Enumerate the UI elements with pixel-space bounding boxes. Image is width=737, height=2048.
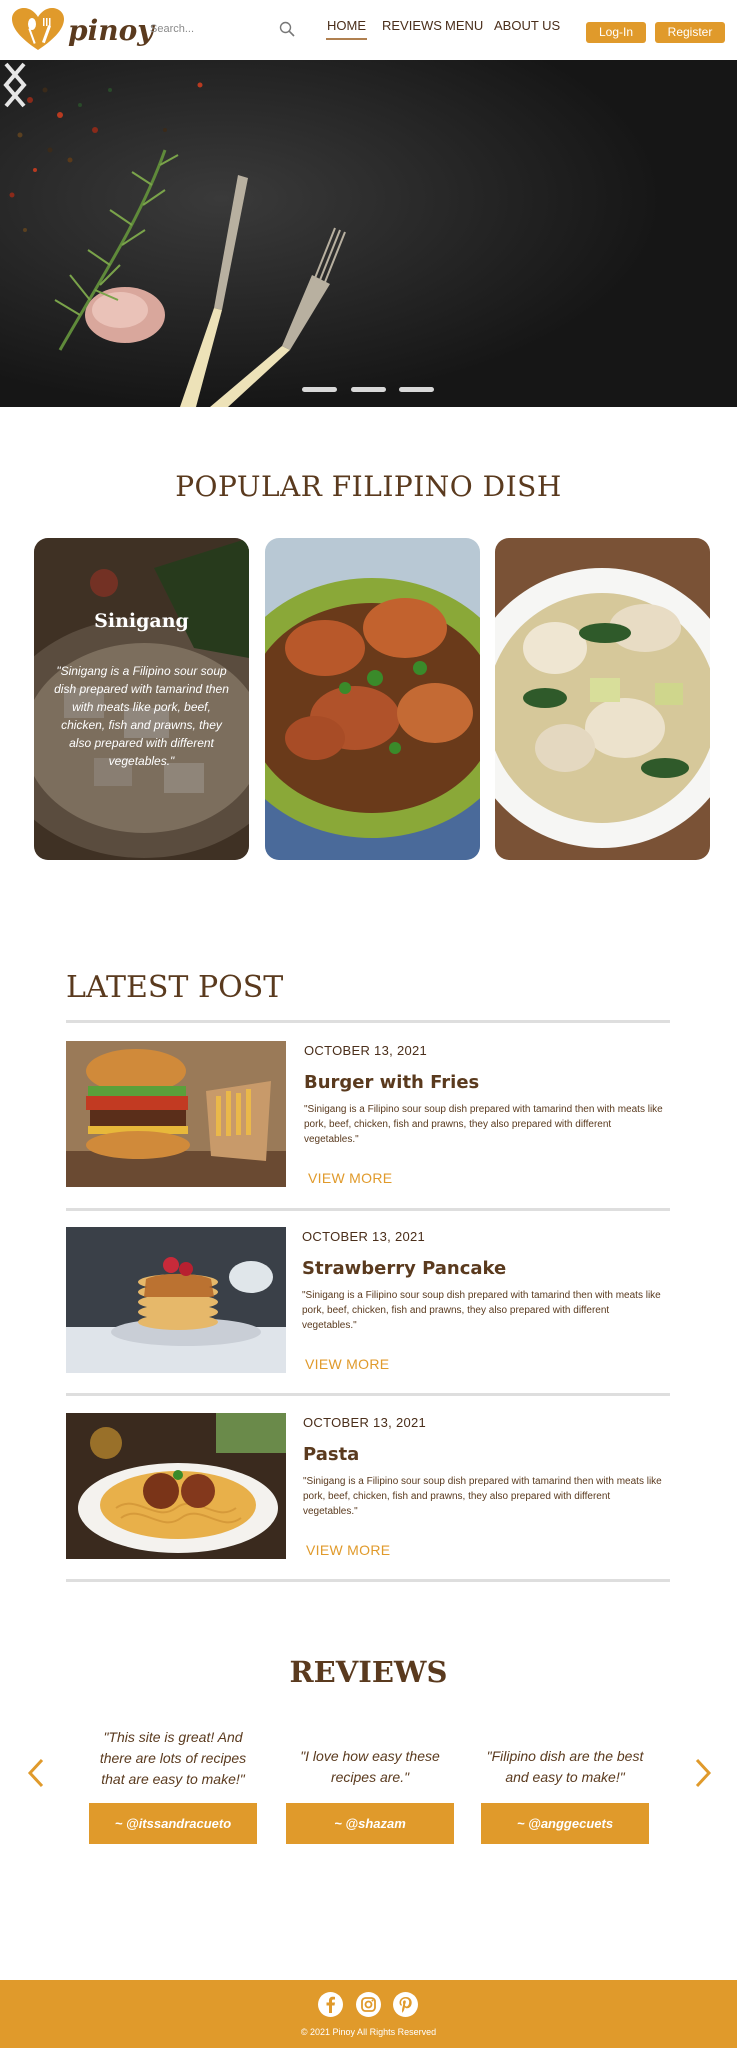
hero-image [0, 60, 737, 407]
view-more-link[interactable]: VIEW MORE [308, 1170, 392, 1186]
dish-card-tinola[interactable] [495, 538, 710, 860]
post-description: "Sinigang is a Filipino sour soup dish p… [302, 1290, 661, 1331]
pancake-image [66, 1227, 286, 1373]
review-handle-button[interactable]: ~ @itssandracueto [89, 1803, 257, 1844]
divider [66, 1393, 670, 1396]
site-header: pinoy HOME REVIEWS MENU ABOUT US Log-In … [0, 0, 737, 60]
login-button[interactable]: Log-In [586, 22, 646, 43]
post-date: OCTOBER 13, 2021 [302, 1229, 426, 1244]
divider [66, 1579, 670, 1582]
instagram-icon[interactable] [355, 1991, 382, 2018]
review-handle-button[interactable]: ~ @shazam [286, 1803, 454, 1844]
hero-next-arrow-icon[interactable] [0, 60, 30, 110]
nav-menu[interactable]: MENU [445, 18, 483, 33]
carousel-dot-2[interactable] [351, 387, 386, 392]
burger-image [66, 1041, 286, 1187]
post-title: Burger with Fries [304, 1072, 480, 1093]
review-quote: "This site is great! And there are lots … [99, 1729, 247, 1787]
review-handle-button[interactable]: ~ @anggecuets [481, 1803, 649, 1844]
dish-card-sinigang[interactable]: Sinigang "Sinigang is a Filipino sour so… [34, 538, 249, 860]
review-quote: "Filipino dish are the best and easy to … [486, 1748, 644, 1785]
nav-active-underline [326, 38, 367, 40]
nav-about-us[interactable]: ABOUT US [494, 18, 560, 33]
copyright-text: © 2021 Pinoy All Rights Reserved [300, 2027, 437, 2037]
reviews-next-arrow-icon[interactable] [694, 1758, 712, 1788]
view-more-link[interactable]: VIEW MORE [306, 1542, 390, 1558]
adobo-image [265, 538, 480, 860]
carousel-dot-1[interactable] [302, 387, 337, 392]
hero-carousel [0, 60, 737, 407]
dish-description: "Sinigang is a Filipino sour soup dish p… [54, 664, 229, 768]
brand-logo[interactable]: pinoy [10, 6, 154, 54]
nav-reviews[interactable]: REVIEWS [382, 18, 442, 33]
carousel-dot-3[interactable] [399, 387, 434, 392]
post-image-burger[interactable] [66, 1041, 286, 1187]
view-more-link[interactable]: VIEW MORE [305, 1356, 389, 1372]
pasta-image [66, 1413, 286, 1559]
popular-section-title: POPULAR FILIPINO DISH [175, 470, 562, 503]
facebook-icon[interactable] [317, 1991, 344, 2018]
brand-name: pinoy [68, 14, 154, 47]
post-date: OCTOBER 13, 2021 [303, 1415, 427, 1430]
divider [66, 1020, 670, 1023]
post-description: "Sinigang is a Filipino sour soup dish p… [304, 1104, 663, 1145]
post-date: OCTOBER 13, 2021 [304, 1043, 428, 1058]
pinterest-icon[interactable] [392, 1991, 419, 2018]
reviews-section-title: REVIEWS [289, 1655, 448, 1689]
site-footer: © 2021 Pinoy All Rights Reserved [0, 1980, 737, 2048]
post-image-pancake[interactable] [66, 1227, 286, 1373]
register-button[interactable]: Register [655, 22, 725, 43]
post-title: Pasta [303, 1444, 360, 1465]
post-description: "Sinigang is a Filipino sour soup dish p… [303, 1476, 662, 1517]
search-icon[interactable] [279, 21, 295, 37]
heart-spoon-fork-logo [12, 8, 64, 50]
post-title: Strawberry Pancake [302, 1258, 507, 1279]
reviews-prev-arrow-icon[interactable] [27, 1758, 45, 1788]
search-input[interactable] [150, 18, 296, 40]
dish-card-adobo[interactable] [265, 538, 480, 860]
dish-name: Sinigang [94, 610, 189, 632]
tinola-image [495, 538, 710, 860]
latest-section-title: LATEST POST [66, 970, 284, 1005]
post-image-pasta[interactable] [66, 1413, 286, 1559]
divider [66, 1208, 670, 1211]
nav-home[interactable]: HOME [327, 18, 366, 33]
review-quote: "I love how easy these recipes are." [300, 1748, 440, 1785]
